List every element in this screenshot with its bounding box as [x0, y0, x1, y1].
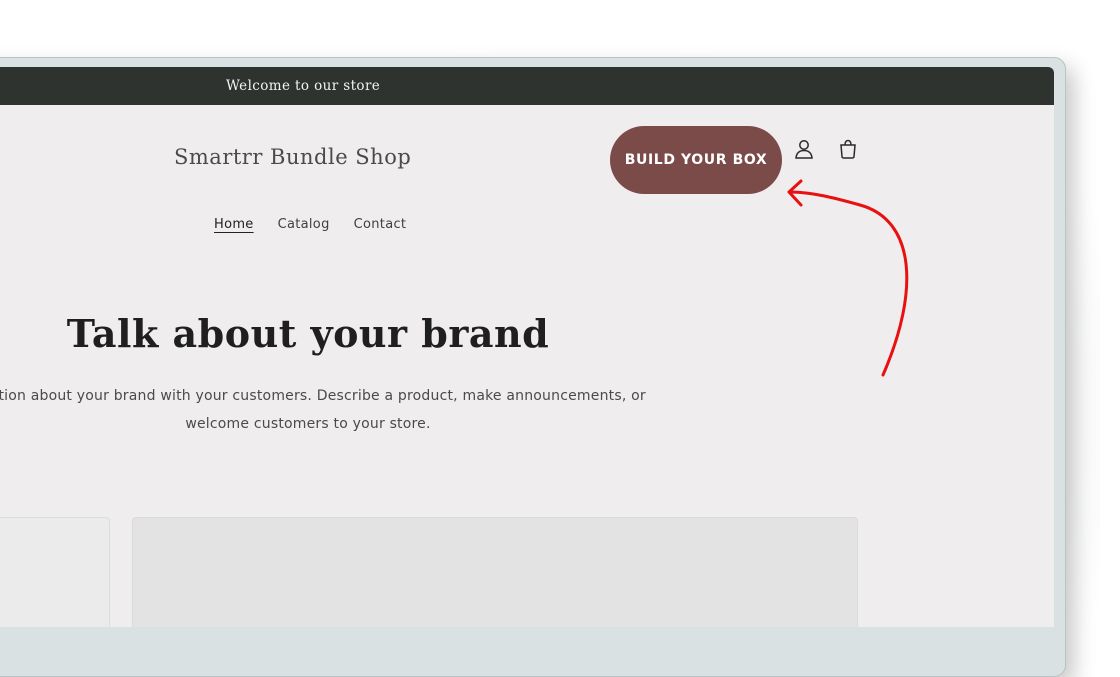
content-card-right: [132, 517, 858, 627]
shop-title-link[interactable]: Smartrr Bundle Shop: [174, 145, 411, 169]
hero-description-line-1: rmation about your brand with your custo…: [0, 388, 646, 404]
hero-description-line-2: welcome customers to your store.: [185, 416, 431, 432]
announcement-text: Welcome to our store: [226, 78, 381, 94]
nav-item-contact[interactable]: Contact: [354, 217, 407, 232]
store-page: Welcome to our store Smartrr Bundle Shop…: [0, 67, 1054, 627]
content-card-left: [0, 517, 110, 627]
nav-item-catalog[interactable]: Catalog: [278, 217, 330, 232]
announcement-bar: Welcome to our store: [0, 67, 1054, 105]
nav-item-home[interactable]: Home: [214, 217, 254, 232]
account-icon[interactable]: [791, 136, 817, 162]
build-your-box-button[interactable]: BUILD YOUR BOX: [610, 126, 782, 194]
hero-description: rmation about your brand with your custo…: [0, 382, 696, 438]
cart-icon[interactable]: [835, 136, 861, 162]
hero-title: Talk about your brand: [66, 311, 550, 356]
main-navigation: Home Catalog Contact: [214, 217, 406, 232]
